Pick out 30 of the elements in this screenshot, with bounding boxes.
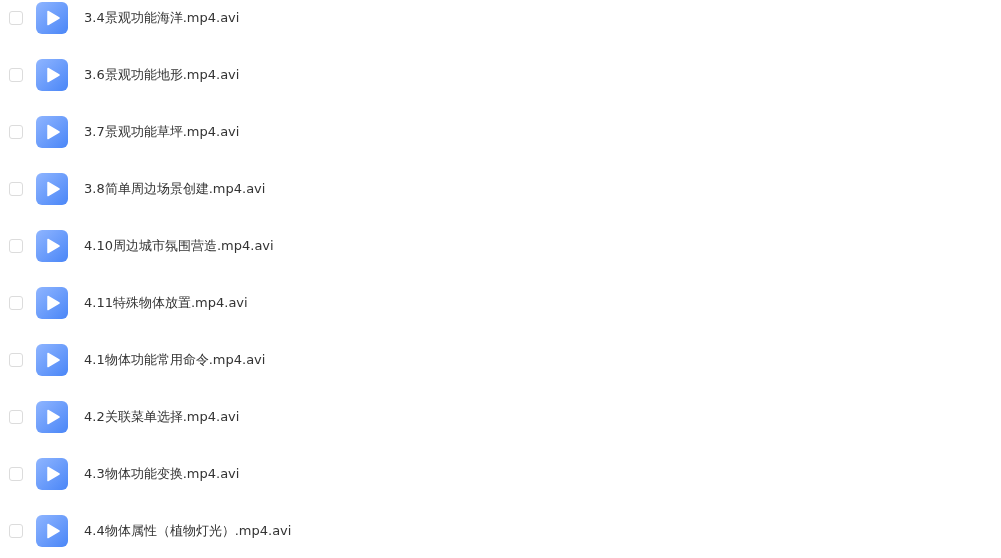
video-file-icon [36,59,68,91]
checkbox[interactable] [9,11,23,25]
video-file-icon [36,401,68,433]
video-file-icon [36,344,68,376]
checkbox[interactable] [9,467,23,481]
checkbox[interactable] [9,125,23,139]
file-name[interactable]: 4.1物体功能常用命令.mp4.avi [84,344,266,376]
video-file-icon [36,116,68,148]
video-file-icon [36,287,68,319]
checkbox[interactable] [9,68,23,82]
video-file-icon [36,173,68,205]
video-file-icon [36,230,68,262]
checkbox[interactable] [9,182,23,196]
video-file-icon [36,515,68,547]
file-name[interactable]: 4.2关联菜单选择.mp4.avi [84,401,240,433]
file-name[interactable]: 4.10周边城市氛围营造.mp4.avi [84,230,274,262]
video-file-icon [36,458,68,490]
file-name[interactable]: 3.8简单周边场景创建.mp4.avi [84,173,266,205]
checkbox[interactable] [9,296,23,310]
file-name[interactable]: 3.7景观功能草坪.mp4.avi [84,116,240,148]
video-file-icon [36,2,68,34]
file-name[interactable]: 4.4物体属性（植物灯光）.mp4.avi [84,515,292,547]
file-name[interactable]: 3.6景观功能地形.mp4.avi [84,59,240,91]
file-name[interactable]: 3.4景观功能海洋.mp4.avi [84,2,240,34]
checkbox[interactable] [9,410,23,424]
checkbox[interactable] [9,353,23,367]
file-name[interactable]: 4.11特殊物体放置.mp4.avi [84,287,248,319]
file-name[interactable]: 4.3物体功能变换.mp4.avi [84,458,240,490]
checkbox[interactable] [9,524,23,538]
checkbox[interactable] [9,239,23,253]
